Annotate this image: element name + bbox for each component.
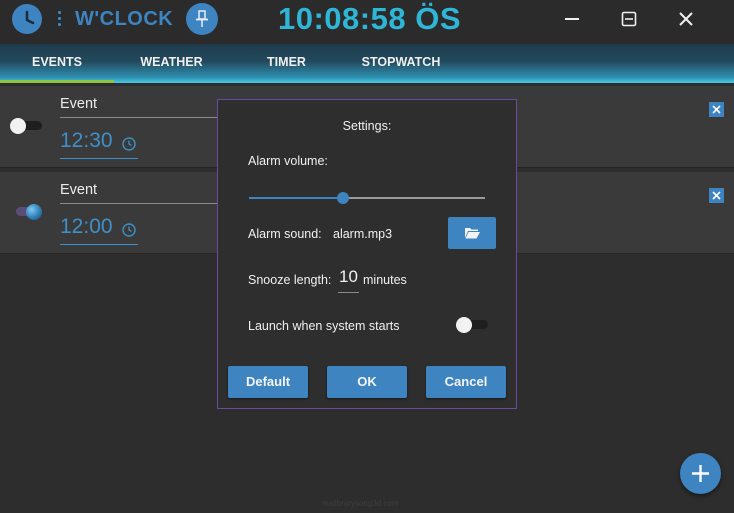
- tab-bar: EVENTS WEATHER TIMER STOPWATCH: [0, 44, 734, 83]
- toggle-knob: [26, 204, 42, 220]
- snooze-length-label: Snooze length:: [248, 273, 332, 287]
- menu-kebab-icon[interactable]: [56, 10, 62, 28]
- time-clock-icon[interactable]: [122, 137, 136, 151]
- watermark: malibrarysong3d.com: [322, 499, 399, 508]
- cancel-button[interactable]: Cancel: [426, 366, 506, 398]
- event-name-underline: [60, 117, 218, 118]
- tab-stopwatch[interactable]: STOPWATCH: [344, 44, 458, 83]
- event-time-underline: [60, 158, 138, 159]
- dialog-title: Settings:: [342, 119, 392, 133]
- snooze-unit-label: minutes: [363, 273, 407, 287]
- current-time: 10:08:58 ÖS: [278, 1, 461, 36]
- close-button[interactable]: [671, 6, 701, 32]
- toggle-knob: [456, 317, 472, 333]
- snooze-length-input[interactable]: 10: [338, 267, 359, 293]
- launch-on-startup-toggle[interactable]: [456, 317, 488, 333]
- pin-icon: [196, 10, 208, 27]
- active-tab-indicator: [0, 80, 114, 83]
- ok-button[interactable]: OK: [327, 366, 407, 398]
- app-title: W'CLOCK: [75, 8, 174, 30]
- toggle-knob: [10, 118, 26, 134]
- title-bar: W'CLOCK 10:08:58 ÖS: [0, 0, 734, 44]
- launch-on-startup-label: Launch when system starts: [248, 319, 400, 333]
- clock-icon: [12, 4, 42, 34]
- minimize-icon: [565, 18, 579, 20]
- close-icon: [712, 191, 721, 200]
- event-name[interactable]: Event: [60, 182, 97, 198]
- delete-event-button[interactable]: [709, 188, 724, 203]
- tab-events-label: EVENTS: [31, 55, 82, 69]
- browse-sound-button[interactable]: [448, 217, 496, 249]
- maximize-button[interactable]: [614, 6, 644, 32]
- tab-weather-label: WEATHER: [140, 55, 203, 69]
- pin-button[interactable]: [186, 3, 218, 35]
- event-time-underline: [60, 244, 138, 245]
- volume-slider[interactable]: [249, 192, 485, 204]
- event-toggle[interactable]: [10, 118, 42, 134]
- alarm-sound-label: Alarm sound:: [248, 227, 322, 241]
- event-toggle[interactable]: [10, 204, 42, 220]
- tab-events[interactable]: EVENTS: [0, 44, 114, 83]
- alarm-volume-label: Alarm volume:: [248, 154, 328, 168]
- add-event-button[interactable]: [680, 453, 721, 494]
- folder-open-icon: [465, 228, 480, 239]
- event-time[interactable]: 12:30: [60, 129, 113, 153]
- plus-icon: [692, 465, 709, 482]
- event-name-underline: [60, 203, 218, 204]
- volume-slider-thumb[interactable]: [337, 192, 350, 204]
- maximize-icon: [621, 11, 637, 27]
- volume-slider-fill: [249, 197, 344, 199]
- close-icon: [712, 105, 721, 114]
- time-clock-icon[interactable]: [122, 223, 136, 237]
- minimize-button[interactable]: [557, 6, 587, 32]
- tab-weather[interactable]: WEATHER: [114, 44, 229, 83]
- event-name[interactable]: Event: [60, 96, 97, 112]
- settings-dialog: Settings: Alarm volume: Alarm sound: ala…: [217, 99, 517, 409]
- delete-event-button[interactable]: [709, 102, 724, 117]
- default-button[interactable]: Default: [228, 366, 308, 398]
- tab-timer[interactable]: TIMER: [229, 44, 344, 83]
- close-icon: [679, 12, 693, 26]
- event-time[interactable]: 12:00: [60, 215, 113, 239]
- tab-stopwatch-label: STOPWATCH: [361, 55, 441, 69]
- alarm-sound-file: alarm.mp3: [333, 227, 393, 241]
- tab-timer-label: TIMER: [267, 55, 306, 69]
